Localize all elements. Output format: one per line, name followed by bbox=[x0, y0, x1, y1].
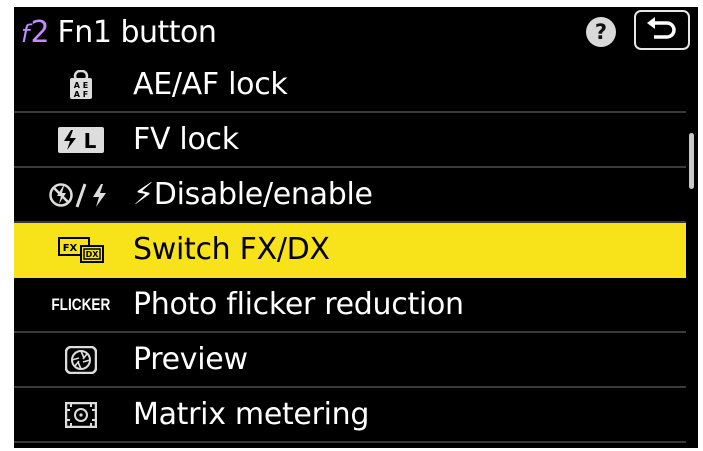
page-title: Fn1 button bbox=[57, 15, 217, 50]
camera-menu-screen: f 2 Fn1 button ? A E A F AE/AF lock L FV… bbox=[14, 7, 698, 448]
matrix-metering-icon bbox=[36, 388, 126, 441]
svg-text:A F: A F bbox=[74, 90, 88, 99]
list-item-flash-disable-enable[interactable]: ⚡Disable/enable bbox=[14, 168, 686, 223]
list-item-label: FV lock bbox=[133, 122, 239, 157]
list-item-label: Matrix metering bbox=[133, 397, 370, 432]
list-item-label: Switch FX/DX bbox=[133, 232, 330, 267]
svg-text:L: L bbox=[84, 129, 97, 153]
menu-title-group: f 2 Fn1 button bbox=[21, 15, 217, 51]
help-icon[interactable]: ? bbox=[586, 17, 616, 47]
svg-text:FX: FX bbox=[63, 243, 78, 254]
list-item-label: Photo flicker reduction bbox=[133, 287, 464, 322]
flicker-icon: FLICKER bbox=[36, 278, 126, 331]
flicker-icon-text: FLICKER bbox=[51, 294, 111, 314]
menu-list: A E A F AE/AF lock L FV lock ⚡Disable/en… bbox=[14, 58, 686, 443]
list-item-label: ⚡Disable/enable bbox=[133, 177, 373, 212]
menu-header: f 2 Fn1 button ? bbox=[14, 7, 698, 57]
list-item-preview[interactable]: Preview bbox=[14, 333, 686, 388]
scrollbar[interactable] bbox=[689, 133, 694, 189]
list-item-switch-fx-dx[interactable]: FX DX Switch FX/DX bbox=[14, 223, 686, 278]
svg-text:A E: A E bbox=[74, 81, 88, 90]
fv-lock-icon: L bbox=[36, 113, 126, 166]
list-item-matrix-metering[interactable]: Matrix metering bbox=[14, 388, 686, 443]
flash-disable-enable-icon bbox=[36, 168, 126, 221]
preview-aperture-icon bbox=[36, 333, 126, 386]
back-button[interactable] bbox=[634, 10, 690, 50]
list-item-label: AE/AF lock bbox=[133, 67, 288, 102]
list-item-photo-flicker-reduction[interactable]: FLICKER Photo flicker reduction bbox=[14, 278, 686, 333]
menu-code-number: 2 bbox=[30, 15, 50, 50]
ae-af-lock-icon: A E A F bbox=[36, 58, 126, 111]
svg-text:DX: DX bbox=[86, 250, 100, 259]
return-arrow-icon bbox=[647, 17, 676, 39]
menu-code-prefix: f bbox=[21, 20, 30, 48]
list-item-fv-lock[interactable]: L FV lock bbox=[14, 113, 686, 168]
list-item-label: Preview bbox=[133, 342, 248, 377]
list-item-ae-af-lock[interactable]: A E A F AE/AF lock bbox=[14, 58, 686, 113]
fx-dx-icon: FX DX bbox=[36, 223, 126, 276]
